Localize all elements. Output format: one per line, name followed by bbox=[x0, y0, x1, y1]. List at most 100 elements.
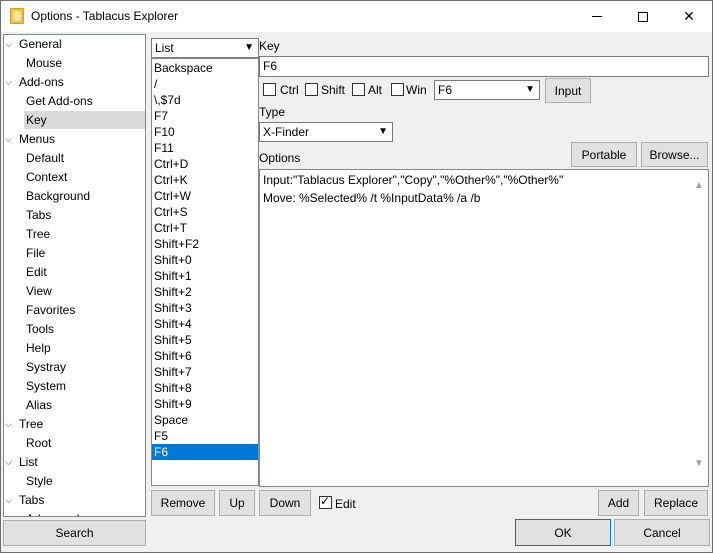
win-checkbox[interactable] bbox=[391, 83, 404, 96]
replace-button[interactable]: Replace bbox=[644, 490, 708, 516]
list-type-select[interactable]: List ▼ bbox=[151, 38, 259, 58]
tree-item[interactable]: View bbox=[24, 282, 145, 300]
options-window: Options - Tablacus Explorer ✕ ⌵ General Mo… bbox=[0, 0, 713, 553]
type-select[interactable]: X-Finder ▼ bbox=[259, 122, 393, 142]
key-list-item[interactable]: Shift+4 bbox=[152, 316, 258, 332]
chevron-down-icon[interactable]: ⌵ bbox=[5, 35, 15, 53]
ctrl-label: Ctrl bbox=[280, 83, 299, 97]
chevron-down-icon[interactable]: ⌵ bbox=[5, 130, 15, 148]
key-list-item[interactable]: Shift+6 bbox=[152, 348, 258, 364]
key-list-item[interactable]: Ctrl+T bbox=[152, 220, 258, 236]
key-list-item[interactable]: F11 bbox=[152, 140, 258, 156]
minimize-icon bbox=[592, 16, 602, 17]
key-list-item[interactable]: Ctrl+K bbox=[152, 172, 258, 188]
key-list-item[interactable]: Shift+F2 bbox=[152, 236, 258, 252]
tree-item[interactable]: Favorites bbox=[24, 301, 145, 319]
tree-item[interactable]: Context bbox=[24, 168, 145, 186]
ok-button[interactable]: OK bbox=[515, 519, 611, 546]
key-list-item[interactable]: Backspace bbox=[152, 60, 258, 76]
chevron-down-icon[interactable]: ⌵ bbox=[5, 415, 15, 433]
key-list-item[interactable]: Shift+5 bbox=[152, 332, 258, 348]
key-list-item[interactable]: Shift+8 bbox=[152, 380, 258, 396]
ctrl-checkbox[interactable] bbox=[263, 83, 276, 96]
search-button[interactable]: Search bbox=[3, 520, 146, 546]
tree-item-label: Root bbox=[26, 436, 52, 450]
scroll-up-icon[interactable]: ▲ bbox=[694, 180, 704, 191]
tree-item[interactable]: ⌵ Menus bbox=[5, 130, 145, 148]
key-list-item[interactable]: Shift+2 bbox=[152, 284, 258, 300]
shift-label: Shift bbox=[321, 83, 346, 97]
key-list-item[interactable]: F10 bbox=[152, 124, 258, 140]
key-list-item[interactable]: Ctrl+W bbox=[152, 188, 258, 204]
tree-item[interactable]: Get Add-ons bbox=[24, 92, 145, 110]
key-list-item[interactable]: Ctrl+D bbox=[152, 156, 258, 172]
key-list-item[interactable]: F7 bbox=[152, 108, 258, 124]
minimize-button[interactable] bbox=[574, 1, 620, 32]
edit-checkbox[interactable] bbox=[319, 494, 332, 509]
tree-item[interactable]: ⌵ List bbox=[5, 453, 145, 471]
tree-item[interactable]: Background bbox=[24, 187, 145, 205]
tree-item[interactable]: Mouse bbox=[24, 54, 145, 72]
vertical-scrollbar[interactable]: ▲ ▼ bbox=[691, 170, 708, 486]
alt-checkbox[interactable] bbox=[352, 83, 365, 96]
tree-item[interactable]: ⌵ Tabs bbox=[5, 491, 145, 509]
portable-button[interactable]: Portable bbox=[571, 142, 637, 167]
key-list-item[interactable]: F6 bbox=[152, 444, 258, 460]
chevron-down-icon: ▼ bbox=[525, 84, 535, 95]
key-select[interactable]: F6 ▼ bbox=[434, 80, 540, 100]
tree-item-label: Alias bbox=[26, 398, 53, 412]
tree-item[interactable]: Tools bbox=[24, 320, 145, 338]
chevron-down-icon[interactable]: ⌵ bbox=[5, 491, 15, 509]
tree-item[interactable]: Default bbox=[24, 149, 145, 167]
add-button[interactable]: Add bbox=[598, 490, 639, 516]
tree-item[interactable]: ⌵ Tree bbox=[5, 415, 145, 433]
tree-item[interactable]: Style bbox=[24, 472, 145, 490]
tree-item[interactable]: Tree bbox=[24, 225, 145, 243]
tree-item[interactable]: ⌵ General bbox=[5, 35, 145, 53]
key-list-item[interactable]: Shift+3 bbox=[152, 300, 258, 316]
up-button[interactable]: Up bbox=[219, 490, 255, 516]
key-input[interactable]: F6 bbox=[259, 56, 709, 77]
tree-item[interactable]: Edit bbox=[24, 263, 145, 281]
tree-item-label: Tabs bbox=[26, 208, 52, 222]
key-list-item[interactable]: Shift+9 bbox=[152, 396, 258, 412]
key-list-item[interactable]: Ctrl+S bbox=[152, 204, 258, 220]
window-title: Options - Tablacus Explorer bbox=[31, 9, 179, 23]
tree-item[interactable]: Systray bbox=[24, 358, 145, 376]
tree-item-label: List bbox=[19, 455, 38, 469]
chevron-down-icon[interactable]: ⌵ bbox=[5, 453, 15, 471]
input-button[interactable]: Input bbox=[545, 78, 591, 103]
options-textarea[interactable]: Input:"Tablacus Explorer","Copy","%Other… bbox=[259, 169, 709, 487]
tree-item[interactable]: System bbox=[24, 377, 145, 395]
scroll-down-icon[interactable]: ▼ bbox=[694, 458, 704, 469]
key-list-item[interactable]: Space bbox=[152, 412, 258, 428]
close-button[interactable]: ✕ bbox=[666, 1, 712, 32]
maximize-button[interactable] bbox=[620, 1, 666, 32]
options-tree[interactable]: ⌵ General Mouse ⌵ Add-ons Get Add-ons Key ⌵ Menu… bbox=[3, 34, 146, 517]
key-list-item[interactable]: Shift+1 bbox=[152, 268, 258, 284]
tree-item[interactable]: ⌵ Add-ons bbox=[5, 73, 145, 91]
tree-item[interactable]: Key bbox=[24, 111, 145, 129]
browse-button[interactable]: Browse... bbox=[641, 142, 708, 167]
key-list[interactable]: Backspace / \,$7d F7 F10 F11 Ctrl+D Ctrl+K Ctrl+… bbox=[151, 58, 259, 486]
key-list-item[interactable]: F5 bbox=[152, 428, 258, 444]
down-button[interactable]: Down bbox=[259, 490, 311, 516]
tree-item[interactable]: Tabs bbox=[24, 206, 145, 224]
tree-item[interactable]: Alias bbox=[24, 396, 145, 414]
tree-item[interactable]: Root bbox=[24, 434, 145, 452]
alt-label: Alt bbox=[368, 83, 383, 97]
tree-item-label: Get Add-ons bbox=[26, 94, 93, 108]
chevron-down-icon[interactable]: ⌵ bbox=[5, 73, 15, 91]
cancel-button[interactable]: Cancel bbox=[614, 519, 710, 546]
tree-item[interactable]: Help bbox=[24, 339, 145, 357]
tree-item[interactable]: Advanced bbox=[24, 510, 145, 516]
tree-item[interactable]: File bbox=[24, 244, 145, 262]
chevron-down-icon: ▼ bbox=[378, 126, 388, 137]
remove-button[interactable]: Remove bbox=[151, 490, 215, 516]
key-list-item[interactable]: Shift+7 bbox=[152, 364, 258, 380]
maximize-icon bbox=[638, 11, 648, 22]
shift-checkbox[interactable] bbox=[305, 83, 318, 96]
key-list-item[interactable]: / bbox=[152, 76, 258, 92]
key-list-item[interactable]: \,$7d bbox=[152, 92, 258, 108]
key-list-item[interactable]: Shift+0 bbox=[152, 252, 258, 268]
